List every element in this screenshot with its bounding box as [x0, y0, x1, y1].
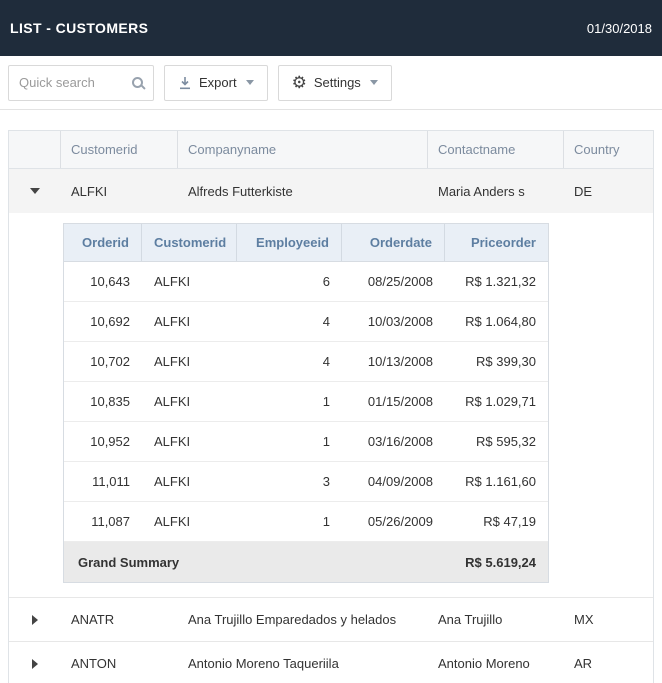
grand-summary-row: Grand Summary R$ 5.619,24	[64, 542, 548, 582]
cell-companyname: Ana Trujillo Emparedados y helados	[178, 598, 428, 641]
table-row-anton[interactable]: ANTON Antonio Moreno Taqueriila Antonio …	[9, 642, 653, 683]
table-row-anatr[interactable]: ANATR Ana Trujillo Emparedados y helados…	[9, 598, 653, 642]
grid-header-row: Customerid Companyname Contactname Count…	[9, 131, 653, 169]
cell-priceorder: R$ 399,30	[445, 342, 548, 381]
cell-customerid: ALFKI	[142, 462, 237, 501]
cell-customerid: ALFKI	[142, 382, 237, 421]
detail-column-header-priceorder[interactable]: Priceorder	[445, 224, 548, 261]
detail-row[interactable]: 11,087 ALFKI 1 05/26/2009 R$ 47,19	[64, 502, 548, 542]
cell-customerid: ANTON	[61, 642, 178, 683]
export-button[interactable]: Export	[164, 65, 268, 101]
column-header-contactname[interactable]: Contactname	[428, 131, 564, 168]
app-window: LIST - CUSTOMERS 01/30/2018 Export ⚙ Set…	[0, 0, 662, 683]
cell-companyname: Alfreds Futterkiste	[178, 169, 428, 213]
cell-priceorder: R$ 1.064,80	[445, 302, 548, 341]
export-icon	[178, 76, 192, 90]
detail-row[interactable]: 10,692 ALFKI 4 10/03/2008 R$ 1.064,80	[64, 302, 548, 342]
table-row-alfki[interactable]: ALFKI Alfreds Futterkiste Maria Anders s…	[9, 169, 653, 213]
chevron-down-icon	[246, 80, 254, 85]
cell-priceorder: R$ 47,19	[445, 502, 548, 541]
search-input[interactable]	[19, 75, 132, 90]
cell-orderdate: 10/03/2008	[342, 302, 445, 341]
cell-companyname: Antonio Moreno Taqueriila	[178, 642, 428, 683]
cell-orderid: 10,692	[64, 302, 142, 341]
detail-row[interactable]: 11,011 ALFKI 3 04/09/2008 R$ 1.161,60	[64, 462, 548, 502]
search-box[interactable]	[8, 65, 154, 101]
cell-customerid: ALFKI	[142, 502, 237, 541]
chevron-down-icon	[370, 80, 378, 85]
gear-icon: ⚙	[292, 74, 307, 91]
cell-orderid: 11,087	[64, 502, 142, 541]
expand-row-icon[interactable]	[32, 615, 38, 625]
cell-employeeid: 1	[237, 382, 342, 421]
cell-orderid: 10,952	[64, 422, 142, 461]
cell-orderdate: 03/16/2008	[342, 422, 445, 461]
detail-row[interactable]: 10,702 ALFKI 4 10/13/2008 R$ 399,30	[64, 342, 548, 382]
cell-orderdate: 10/13/2008	[342, 342, 445, 381]
header-date: 01/30/2018	[587, 21, 652, 36]
cell-contactname: Maria Anders s	[428, 169, 564, 213]
cell-orderid: 10,643	[64, 262, 142, 301]
cell-orderid: 10,835	[64, 382, 142, 421]
cell-employeeid: 6	[237, 262, 342, 301]
cell-priceorder: R$ 1.161,60	[445, 462, 548, 501]
cell-employeeid: 4	[237, 342, 342, 381]
expand-cell[interactable]	[9, 642, 61, 683]
cell-customerid: ALFKI	[142, 342, 237, 381]
cell-country: DE	[564, 169, 653, 213]
cell-priceorder: R$ 1.321,32	[445, 262, 548, 301]
cell-orderid: 10,702	[64, 342, 142, 381]
cell-orderdate: 01/15/2008	[342, 382, 445, 421]
cell-employeeid: 1	[237, 422, 342, 461]
cell-contactname: Antonio Moreno	[428, 642, 564, 683]
cell-customerid: ANATR	[61, 598, 178, 641]
expand-cell[interactable]	[9, 169, 61, 213]
expand-cell[interactable]	[9, 598, 61, 641]
detail-column-header-customerid[interactable]: Customerid	[142, 224, 237, 261]
page-title: LIST - CUSTOMERS	[10, 20, 148, 36]
settings-button[interactable]: ⚙ Settings	[278, 65, 392, 101]
customers-grid: Customerid Companyname Contactname Count…	[8, 130, 654, 683]
detail-header-row: Orderid Customerid Employeeid Orderdate …	[64, 224, 548, 262]
cell-employeeid: 4	[237, 302, 342, 341]
expand-row-icon[interactable]	[32, 659, 38, 669]
cell-priceorder: R$ 595,32	[445, 422, 548, 461]
cell-orderdate: 05/26/2009	[342, 502, 445, 541]
orders-detail-grid: Orderid Customerid Employeeid Orderdate …	[63, 223, 549, 583]
grand-summary-label: Grand Summary	[64, 555, 179, 570]
cell-customerid: ALFKI	[142, 262, 237, 301]
cell-customerid: ALFKI	[142, 302, 237, 341]
cell-contactname: Ana Trujillo	[428, 598, 564, 641]
grand-summary-value: R$ 5.619,24	[465, 555, 548, 570]
expand-column-header	[9, 131, 61, 168]
column-header-customerid[interactable]: Customerid	[61, 131, 178, 168]
collapse-row-icon[interactable]	[30, 188, 40, 194]
export-button-label: Export	[199, 75, 237, 90]
cell-orderdate: 04/09/2008	[342, 462, 445, 501]
settings-button-label: Settings	[314, 75, 361, 90]
detail-column-header-orderdate[interactable]: Orderdate	[342, 224, 445, 261]
app-header: LIST - CUSTOMERS 01/30/2018	[0, 0, 662, 56]
detail-row[interactable]: 10,835 ALFKI 1 01/15/2008 R$ 1.029,71	[64, 382, 548, 422]
cell-customerid: ALFKI	[61, 169, 178, 213]
search-icon[interactable]	[132, 77, 143, 88]
detail-row[interactable]: 10,952 ALFKI 1 03/16/2008 R$ 595,32	[64, 422, 548, 462]
cell-customerid: ALFKI	[142, 422, 237, 461]
column-header-companyname[interactable]: Companyname	[178, 131, 428, 168]
cell-priceorder: R$ 1.029,71	[445, 382, 548, 421]
detail-column-header-orderid[interactable]: Orderid	[64, 224, 142, 261]
detail-column-header-employeeid[interactable]: Employeeid	[237, 224, 342, 261]
cell-employeeid: 1	[237, 502, 342, 541]
detail-area: Orderid Customerid Employeeid Orderdate …	[9, 213, 653, 598]
detail-row[interactable]: 10,643 ALFKI 6 08/25/2008 R$ 1.321,32	[64, 262, 548, 302]
cell-country: AR	[564, 642, 653, 683]
toolbar: Export ⚙ Settings	[0, 56, 662, 110]
cell-orderid: 11,011	[64, 462, 142, 501]
column-header-country[interactable]: Country	[564, 131, 653, 168]
cell-employeeid: 3	[237, 462, 342, 501]
cell-orderdate: 08/25/2008	[342, 262, 445, 301]
cell-country: MX	[564, 598, 653, 641]
